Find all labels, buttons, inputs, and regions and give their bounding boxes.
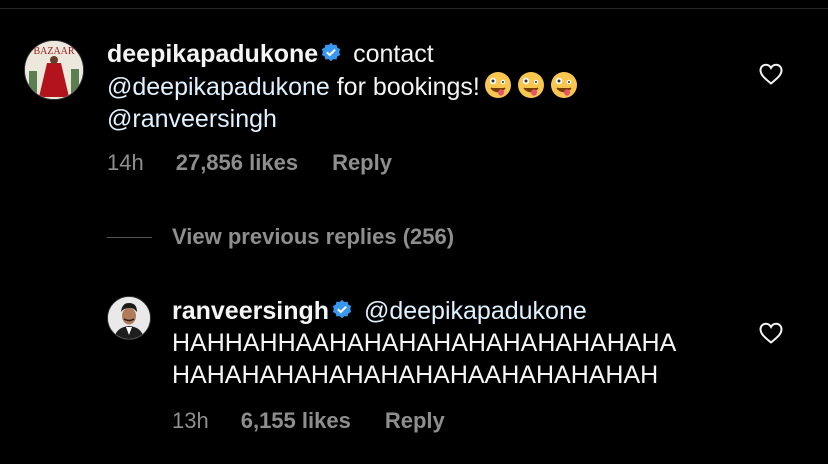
reply-button[interactable]: Reply	[332, 150, 392, 176]
view-replies-label[interactable]: View previous replies (256)	[172, 224, 454, 250]
reply-username[interactable]: ranveersingh	[172, 297, 329, 325]
heart-icon[interactable]	[759, 322, 783, 344]
reply-line-2: HAHAHAHAHAHAHAHAHAAHAHAHAHAH	[172, 361, 659, 389]
verified-badge-icon	[332, 299, 352, 319]
comment-text-after: for bookings!	[336, 73, 480, 101]
comment-text: deepikapadukone contact @deepikapadukone…	[107, 38, 727, 135]
reply-time: 13h	[172, 408, 209, 433]
reply-text: ranveersingh @deepikapadukone HAHHAHHAAH…	[172, 295, 772, 391]
svg-text:BAZAAR: BAZAAR	[33, 46, 74, 57]
zany-face-emoji	[550, 72, 577, 98]
verified-badge-icon	[322, 42, 341, 62]
comment-username[interactable]: deepikapadukone	[107, 40, 318, 68]
avatar-deepikapadukone[interactable]: BAZAAR	[24, 40, 84, 100]
mention-link[interactable]: @ranveersingh	[107, 105, 277, 133]
top-divider	[0, 8, 828, 9]
reply-line-1: HAHHAHHAAHAHAHAHAHAHAHAHAHAHA	[172, 329, 677, 357]
zany-face-emoji	[484, 72, 511, 98]
replies-divider	[107, 236, 152, 238]
reply-button[interactable]: Reply	[385, 408, 445, 434]
comment-time: 14h	[107, 150, 144, 175]
reply-meta: 13h 6,155 likes Reply	[172, 408, 445, 434]
likes-count[interactable]: 27,856 likes	[176, 150, 298, 176]
zany-face-emoji	[517, 72, 544, 98]
mention-link[interactable]: @deepikapadukone	[107, 73, 330, 101]
view-previous-replies[interactable]: View previous replies (256)	[107, 224, 454, 250]
comment-meta: 14h 27,856 likes Reply	[107, 150, 392, 176]
avatar-ranveersingh[interactable]	[107, 296, 151, 340]
comment-text-before: contact	[353, 40, 434, 68]
mention-link[interactable]: @deepikapadukone	[364, 297, 587, 325]
likes-count[interactable]: 6,155 likes	[241, 408, 351, 434]
heart-icon[interactable]	[759, 63, 783, 85]
